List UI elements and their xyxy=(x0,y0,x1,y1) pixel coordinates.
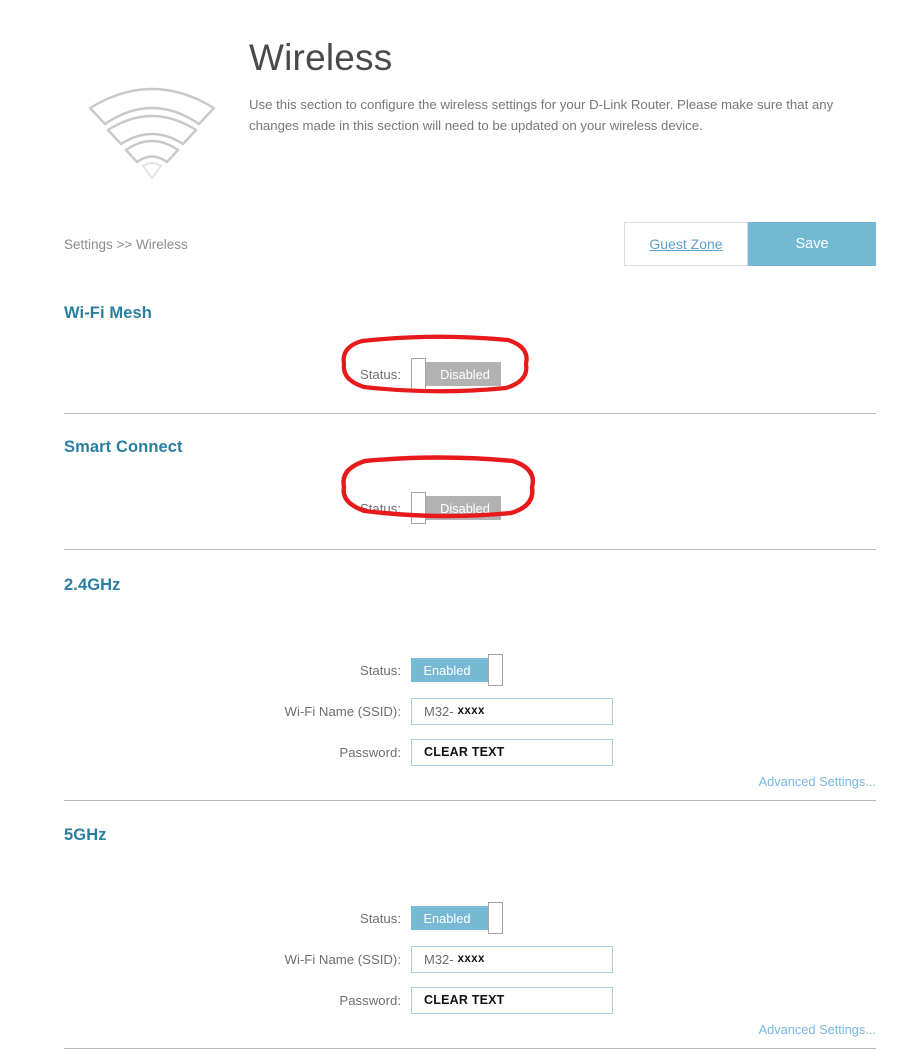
toggle-24ghz-knob[interactable] xyxy=(488,654,503,686)
toggle-smart-connect-label: Disabled xyxy=(421,496,501,520)
divider-after-mesh xyxy=(64,413,876,414)
breadcrumb-row: Settings >> Wireless Guest Zone Save xyxy=(64,222,876,270)
section-wifi-mesh: Wi-Fi Mesh Status: Disabled xyxy=(64,304,876,414)
section-title-wifi-mesh: Wi-Fi Mesh xyxy=(64,304,152,322)
value-5ghz-password: CLEAR TEXT xyxy=(424,993,505,1007)
guest-zone-button[interactable]: Guest Zone xyxy=(624,222,748,266)
page-description: Use this section to configure the wirele… xyxy=(249,97,834,133)
label-5ghz-ssid: Wi-Fi Name (SSID): xyxy=(284,951,402,967)
advanced-settings-link-5ghz[interactable]: Advanced Settings... xyxy=(759,1022,876,1037)
section-smart-connect: Smart Connect Status: Disabled xyxy=(64,438,876,550)
input-24ghz-password[interactable]: CLEAR TEXT xyxy=(411,738,613,766)
form-row-24ghz-status: Status: Enabled xyxy=(64,654,876,686)
main-content: Settings >> Wireless Guest Zone Save Wi-… xyxy=(64,222,876,1049)
section-title-24ghz: 2.4GHz xyxy=(64,576,121,594)
toggle-5ghz-status[interactable]: Enabled xyxy=(411,902,503,934)
advanced-link-row-5ghz: Advanced Settings... xyxy=(64,1021,876,1039)
section-title-5ghz: 5GHz xyxy=(64,826,107,844)
value-5ghz-ssid-redacted: xxxx xyxy=(457,953,485,965)
value-24ghz-ssid-prefix: M32- xyxy=(424,703,454,719)
advanced-link-row-24ghz: Advanced Settings... xyxy=(64,773,876,791)
toggle-24ghz-label: Enabled xyxy=(411,658,491,682)
toggle-smart-connect-status[interactable]: Disabled xyxy=(411,492,503,524)
breadcrumb: Settings >> Wireless xyxy=(64,237,188,252)
label-5ghz-status: Status: xyxy=(359,910,401,926)
page-title: Wireless xyxy=(249,37,393,78)
section-5ghz: 5GHz Status: Enabled Wi-Fi Name (SSID): … xyxy=(64,826,876,1049)
form-row-5ghz-ssid: Wi-Fi Name (SSID): M32- xxxx xyxy=(64,944,876,974)
value-24ghz-password: CLEAR TEXT xyxy=(424,745,505,759)
input-5ghz-password[interactable]: CLEAR TEXT xyxy=(411,986,613,1014)
form-row-24ghz-password: Password: CLEAR TEXT xyxy=(64,737,876,767)
form-row-24ghz-ssid: Wi-Fi Name (SSID): M32- xxxx xyxy=(64,696,876,726)
form-row-5ghz-password: Password: CLEAR TEXT xyxy=(64,985,876,1015)
toggle-smart-connect-knob[interactable] xyxy=(411,492,426,524)
save-button[interactable]: Save xyxy=(748,222,876,266)
form-row-mesh-status: Status: Disabled xyxy=(64,358,876,390)
value-5ghz-ssid-prefix: M32- xyxy=(424,951,454,967)
label-smart-status: Status: xyxy=(359,500,401,516)
advanced-settings-link-24ghz[interactable]: Advanced Settings... xyxy=(759,774,876,789)
label-24ghz-status: Status: xyxy=(359,662,401,678)
input-5ghz-ssid[interactable]: M32- xxxx xyxy=(411,945,613,973)
action-button-group: Guest Zone Save xyxy=(624,222,876,266)
divider-after-24ghz xyxy=(64,800,876,801)
label-5ghz-password: Password: xyxy=(339,992,401,1008)
toggle-5ghz-label: Enabled xyxy=(411,906,491,930)
toggle-5ghz-knob[interactable] xyxy=(488,902,503,934)
toggle-mesh-status[interactable]: Disabled xyxy=(411,358,503,390)
toggle-mesh-status-label: Disabled xyxy=(421,362,501,386)
divider-after-smart-connect xyxy=(64,549,876,550)
form-row-smart-status: Status: Disabled xyxy=(64,492,876,524)
input-24ghz-ssid[interactable]: M32- xxxx xyxy=(411,697,613,725)
value-24ghz-ssid-redacted: xxxx xyxy=(457,705,485,717)
label-24ghz-password: Password: xyxy=(339,744,401,760)
section-24ghz: 2.4GHz Status: Enabled Wi-Fi Name (SSID)… xyxy=(64,576,876,801)
label-mesh-status: Status: xyxy=(359,366,401,382)
page-header: Wireless Use this section to configure t… xyxy=(0,0,898,200)
toggle-24ghz-status[interactable]: Enabled xyxy=(411,654,503,686)
toggle-mesh-status-knob[interactable] xyxy=(411,358,426,390)
wifi-signal-icon xyxy=(86,84,218,180)
label-24ghz-ssid: Wi-Fi Name (SSID): xyxy=(284,703,402,719)
section-title-smart-connect: Smart Connect xyxy=(64,438,183,456)
hero-text-block: Wireless Use this section to configure t… xyxy=(249,36,849,136)
form-row-5ghz-status: Status: Enabled xyxy=(64,902,876,934)
